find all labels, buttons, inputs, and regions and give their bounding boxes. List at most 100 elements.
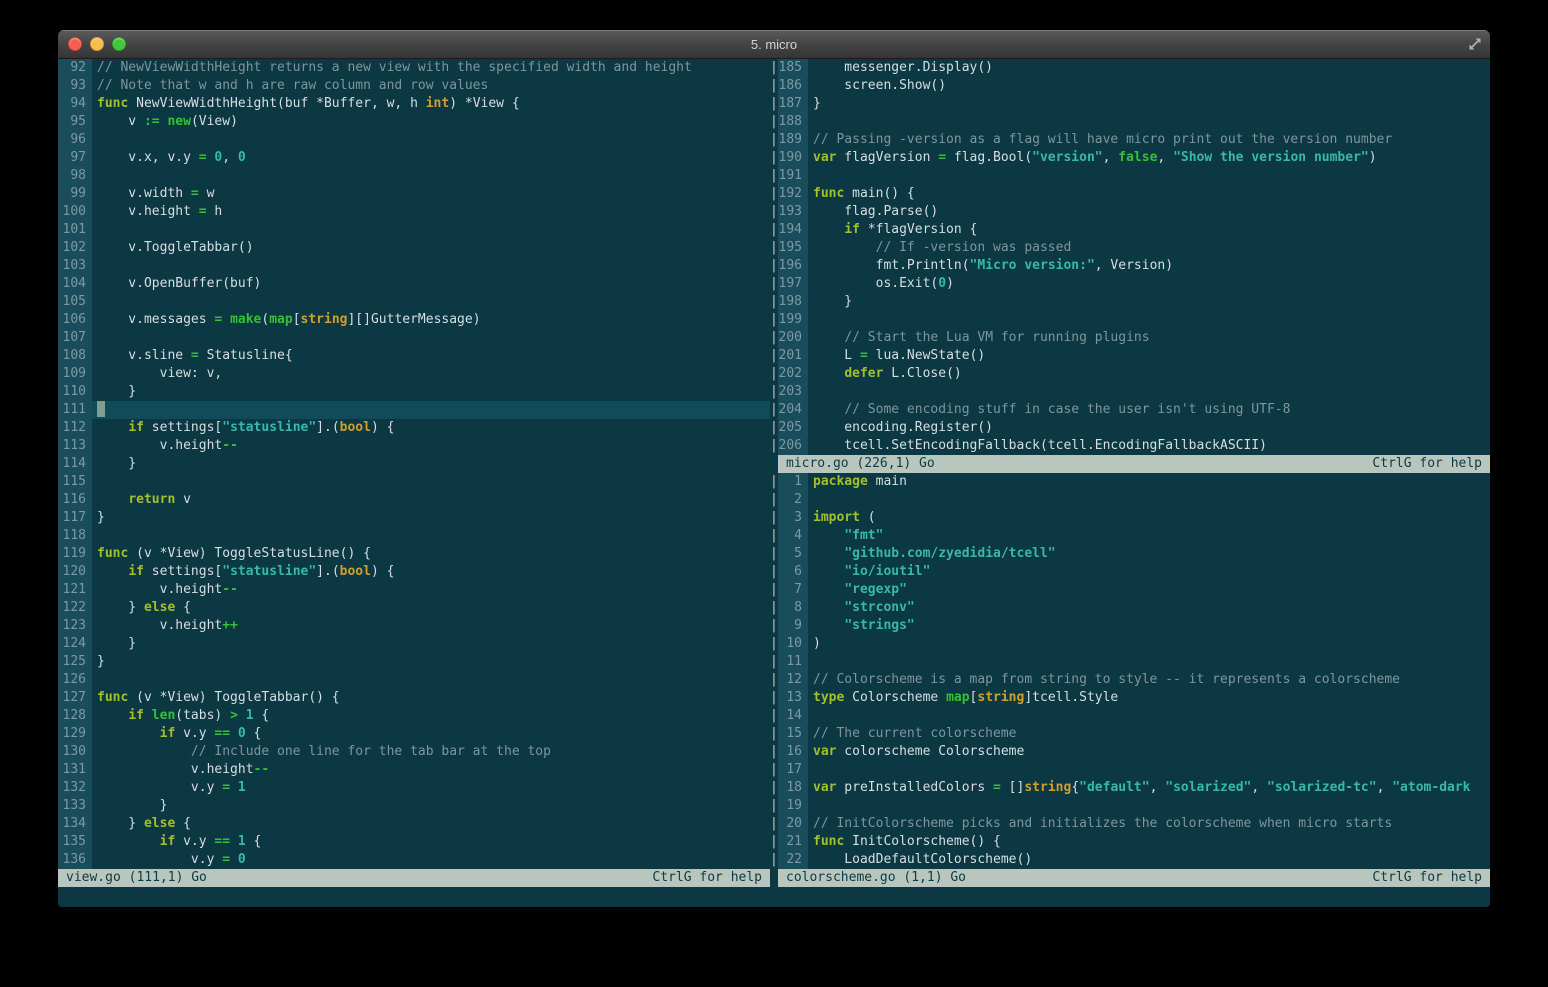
code-text: // Some encoding stuff in case the user … (844, 402, 1291, 417)
status-help-hint: CtrlG for help (1372, 456, 1482, 471)
split-divider: | (770, 366, 778, 381)
code-text: "fmt" (844, 528, 884, 543)
code-area-view-go[interactable]: 92 // NewViewWidthHeight returns a new vi… (58, 59, 770, 869)
code-text: encoding.Register() (813, 420, 994, 435)
divider-gap (770, 869, 778, 887)
line-number: 1 (778, 473, 808, 491)
split-divider: | (770, 150, 778, 165)
split-divider: | (770, 438, 778, 453)
line-number: 92 (58, 59, 92, 77)
code-line: 105 (58, 293, 770, 311)
line-number: 121 (58, 581, 92, 599)
code-area-colorscheme-go[interactable]: | 1 package main | 2 | 3 import (| 4 "fmt" | 5 "gi… (770, 473, 1490, 869)
code-text: L = lua.NewState() (813, 348, 986, 363)
line-number: 201 (778, 347, 808, 365)
split-divider: | (770, 816, 778, 831)
code-line: 128 if len(tabs) > 1 { (58, 707, 770, 725)
code-line: 111 (58, 401, 770, 419)
code-line: | 3 import ( (770, 509, 1490, 527)
window-controls (68, 30, 126, 58)
statusbar-colorscheme-go: colorscheme.go (1,1) Go CtrlG for help (778, 869, 1490, 887)
status-help-hint: CtrlG for help (1372, 870, 1482, 885)
code-text: // Note that w and h are raw column and … (97, 78, 489, 93)
line-number: 13 (778, 689, 808, 707)
statusbar-view-go: view.go (111,1) Go CtrlG for help (58, 869, 770, 887)
code-line: | 201 L = lua.NewState() (770, 347, 1490, 365)
line-number: 197 (778, 275, 808, 293)
line-number: 108 (58, 347, 92, 365)
line-number: 96 (58, 131, 92, 149)
code-line: 127 func (v *View) ToggleTabbar() { (58, 689, 770, 707)
split-divider: | (770, 186, 778, 201)
code-line: 124 } (58, 635, 770, 653)
split-divider: | (770, 708, 778, 723)
line-number: 193 (778, 203, 808, 221)
line-number: 19 (778, 797, 808, 815)
code-text: if len(tabs) > 1 { (128, 708, 270, 723)
line-number: 97 (58, 149, 92, 167)
split-divider: | (770, 726, 778, 741)
line-number: 7 (778, 581, 808, 599)
line-number: 194 (778, 221, 808, 239)
code-text: var colorscheme Colorscheme (813, 744, 1025, 759)
code-line: 104 v.OpenBuffer(buf) (58, 275, 770, 293)
code-text: type Colorscheme map[string]tcell.Style (813, 690, 1119, 705)
line-number: 202 (778, 365, 808, 383)
code-line: | 199 (770, 311, 1490, 329)
window-title: 5. micro (750, 36, 798, 52)
line-number: 186 (778, 77, 808, 95)
minimize-button[interactable] (90, 37, 104, 51)
close-button[interactable] (68, 37, 82, 51)
line-number: 131 (58, 761, 92, 779)
code-line: 106 v.messages = make(map[string][]Gutte… (58, 311, 770, 329)
code-line: | 19 (770, 797, 1490, 815)
code-line: 125} (58, 653, 770, 671)
code-line: 115 (58, 473, 770, 491)
code-line: 100 v.height = h (58, 203, 770, 221)
code-line: 96 (58, 131, 770, 149)
code-text: if settings["statusline"].(bool) { (128, 564, 395, 579)
code-line: | 206 tcell.SetEncodingFallback(tcell.Enc… (770, 437, 1490, 455)
code-text: return v (128, 492, 191, 507)
code-area-micro-go[interactable]: | 185 messenger.Display() | 186 screen.Show… (770, 59, 1490, 455)
code-line: 107 (58, 329, 770, 347)
split-divider: | (770, 852, 778, 867)
line-number: 116 (58, 491, 92, 509)
code-line: | 6 "io/ioutil" (770, 563, 1490, 581)
line-number: 124 (58, 635, 92, 653)
line-number: 119 (58, 545, 92, 563)
code-text: ) (813, 636, 821, 651)
code-text: // Include one line for the tab bar at t… (190, 744, 551, 759)
code-line: | 187} (770, 95, 1490, 113)
code-text: func main() { (813, 186, 915, 201)
split-divider: | (770, 564, 778, 579)
code-text: import ( (813, 510, 876, 525)
pane-view-go: 92 // NewViewWidthHeight returns a new vi… (58, 59, 770, 887)
command-message-line[interactable] (58, 887, 1490, 907)
code-text: // Passing -version as a flag will have … (813, 132, 1393, 147)
code-line: | 18 var preInstalledColors = []string{"de… (770, 779, 1490, 797)
zoom-button[interactable] (112, 37, 126, 51)
code-text: v.height-- (97, 582, 238, 597)
line-number: 98 (58, 167, 92, 185)
split-divider: | (770, 510, 778, 525)
statusrow-colorscheme-go: colorscheme.go (1,1) Go CtrlG for help (770, 869, 1490, 887)
pane-micro-go: | 185 messenger.Display() | 186 screen.Show… (770, 59, 1490, 473)
code-text: // If -version was passed (875, 240, 1072, 255)
resize-icon[interactable] (1468, 37, 1482, 51)
line-number: 17 (778, 761, 808, 779)
line-number: 190 (778, 149, 808, 167)
code-text: screen.Show() (813, 78, 947, 93)
titlebar[interactable]: 5. micro (58, 30, 1490, 59)
line-number: 94 (58, 95, 92, 113)
code-line: | 9 "strings" (770, 617, 1490, 635)
line-number: 206 (778, 437, 808, 455)
code-line: | 200 // Start the Lua VM for running plu… (770, 329, 1490, 347)
